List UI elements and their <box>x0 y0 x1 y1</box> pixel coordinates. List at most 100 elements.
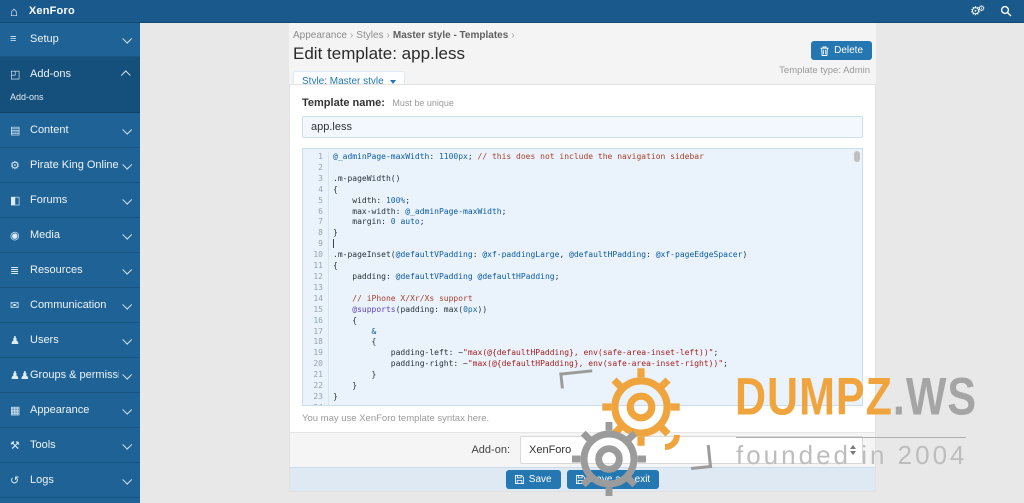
code-lines: 1 @_adminPage-maxWidth: 1100px; // this d… <box>303 152 862 406</box>
template-edit-form: Template name: Must be unique 1 @_adminPa… <box>289 84 876 492</box>
sidebar-item-add-ons[interactable]: ◰ Add-ons <box>0 57 140 91</box>
breadcrumb-separator: › <box>386 30 390 41</box>
code-text: // iPhone X/Xr/Xs support <box>352 293 473 303</box>
sidebar-item-label: Forums <box>30 194 68 206</box>
code-text: } <box>333 381 358 391</box>
add-ons-icon: ◰ <box>10 68 21 81</box>
sidebar-item-label: Groups & permissions <box>30 369 119 381</box>
code-line: 1 @_adminPage-maxWidth: 1100px; // this d… <box>303 152 862 163</box>
sidebar-item-label: Pirate King Online <box>30 159 119 171</box>
sidebar-item-media[interactable]: ◉ Media <box>0 218 140 253</box>
code-text: max-width: @_adminPage-maxWidth; <box>333 206 507 216</box>
sidebar-item-pirate-king-online[interactable]: ⚙ Pirate King Online <box>0 148 140 183</box>
breadcrumb-link[interactable]: Master style - Templates <box>393 30 508 41</box>
code-text: { <box>333 184 338 194</box>
sidebar-item-groups-permissions[interactable]: ♟♟Groups & permissions <box>0 358 140 393</box>
breadcrumb: Appearance › Styles › Master style - Templat… <box>289 22 876 41</box>
code-line: 8} <box>303 228 862 240</box>
code-line: 20 padding-right: ~"max(@{defaultHPaddin… <box>303 359 862 371</box>
line-number: 23 <box>303 391 329 403</box>
floppy-icon <box>575 474 585 484</box>
sidebar-item-content[interactable]: ▤ Content <box>0 113 140 148</box>
code-text: { <box>333 315 358 325</box>
line-number: 24 <box>303 402 329 406</box>
code-text: { <box>333 337 377 347</box>
sidebar-item-communication[interactable]: ✉ Communication <box>0 288 140 323</box>
page-title: Edit template: app.less <box>293 44 465 63</box>
chevron-down-icon <box>122 229 133 240</box>
line-number: 5 <box>303 195 329 207</box>
line-number: 7 <box>303 217 329 229</box>
code-line: 23} <box>303 391 862 403</box>
save-button-label: Save <box>528 473 552 485</box>
media-icon: ◉ <box>10 229 20 242</box>
communication-icon: ✉ <box>10 299 20 312</box>
code-line: 3 .m-pageWidth() <box>303 173 862 185</box>
code-text <box>329 239 334 250</box>
chevron-down-icon <box>122 264 133 275</box>
sidebar-item-users[interactable]: ♟ Users <box>0 323 140 358</box>
delete-button-label: Delete <box>834 45 863 56</box>
line-number: 19 <box>303 348 329 360</box>
delete-button[interactable]: Delete <box>811 41 872 60</box>
floppy-icon <box>514 474 524 484</box>
line-number: 10 <box>303 250 329 262</box>
code-line: 17 & <box>303 326 862 338</box>
sidebar-item-appearance[interactable]: ▦ Appearance <box>0 393 140 428</box>
sidebar-item-forums[interactable]: ◧ Forums <box>0 183 140 218</box>
save-and-exit-button[interactable]: Save and exit <box>566 469 660 489</box>
sidebar-item-resources[interactable]: ≣ Resources <box>0 253 140 288</box>
chevron-down-icon <box>122 404 133 415</box>
brand-title[interactable]: XenForo <box>29 5 75 17</box>
template-type-text: Template type: Admin <box>779 65 870 76</box>
line-number: 3 <box>303 173 329 185</box>
sidebar-subitem-add-ons-sub[interactable]: Add-ons <box>0 91 140 112</box>
sidebar-item-setup[interactable]: ≡ Setup <box>0 22 140 57</box>
line-number: 4 <box>303 184 329 196</box>
code-text: padding-right: ~"max(@{defaultHPadding},… <box>333 359 728 369</box>
line-number: 15 <box>303 304 329 316</box>
chevron-up-icon <box>120 69 131 80</box>
code-text: { <box>333 261 338 271</box>
code-editor[interactable]: 1 @_adminPage-maxWidth: 1100px; // this d… <box>302 148 863 407</box>
breadcrumb-link[interactable]: Styles <box>356 30 383 41</box>
code-text: padding: @defaultVPadding @defaultHPaddi… <box>333 271 560 281</box>
code-line: 16 { <box>303 315 862 327</box>
save-footer-bar: Save Save and exit <box>290 466 875 491</box>
home-icon[interactable]: ⌂ <box>10 5 18 18</box>
code-text: & <box>371 326 377 336</box>
save-and-exit-button-label: Save and exit <box>589 473 651 485</box>
code-text: .m-pageInset(@defaultVPadding: @xf-paddi… <box>333 250 748 260</box>
code-line: 11 { <box>303 261 862 272</box>
code-line: 2 <box>303 162 862 174</box>
line-number: 21 <box>303 370 329 382</box>
code-line: 6 max-width: @_adminPage-maxWidth; <box>303 206 862 218</box>
trash-icon <box>820 46 829 56</box>
line-number: 6 <box>303 206 329 218</box>
template-name-input[interactable] <box>302 116 863 138</box>
chevron-down-icon <box>122 334 133 345</box>
addon-select[interactable]: XenForo <box>520 435 863 464</box>
code-line: 14 // iPhone X/Xr/Xs support <box>303 293 862 305</box>
chevron-down-icon <box>122 299 133 310</box>
search-icon[interactable] <box>1000 5 1012 17</box>
header-actions: ⚙⚙ <box>970 5 1012 17</box>
code-line: 9 <box>303 239 862 251</box>
chevron-down-icon <box>122 369 133 380</box>
addon-label: Add-on: <box>471 443 510 456</box>
save-button[interactable]: Save <box>505 469 561 489</box>
line-number: 11 <box>303 261 329 272</box>
sidebar-item-tools[interactable]: ⚒ Tools <box>0 428 140 463</box>
sidebar-expanded-block: ◰ Add-ons Add-ons <box>0 57 140 113</box>
breadcrumb-separator: › <box>511 30 515 41</box>
breadcrumb-link[interactable]: Appearance <box>293 30 347 41</box>
content-column: Appearance › Styles › Master style - Templat… <box>289 22 876 492</box>
sidebar-item-logs[interactable]: ↺ Logs <box>0 463 140 498</box>
editor-scrollbar[interactable] <box>854 151 860 162</box>
admin-gears-icon[interactable]: ⚙⚙ <box>970 5 985 18</box>
code-line: 15 @supports(padding: max(0px)) <box>303 304 862 316</box>
sidebar-item-label: Appearance <box>30 404 90 416</box>
code-line: 5 width: 100%; <box>303 195 862 207</box>
chevron-down-icon <box>122 474 133 485</box>
